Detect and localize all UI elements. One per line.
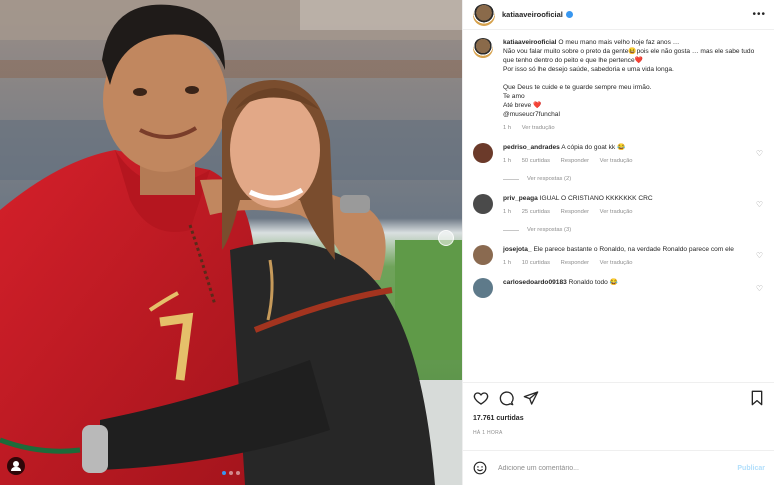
publish-button[interactable]: Publicar	[737, 465, 765, 472]
view-replies-link[interactable]: Ver respostas (3)	[503, 227, 765, 233]
likes-count[interactable]: 17.761 curtidas	[473, 415, 524, 422]
comment-icon[interactable]	[498, 390, 514, 406]
photo-illustration	[0, 0, 462, 485]
comment-text: IGUAL O CRISTIANO KKKKKKK CRC	[539, 195, 653, 202]
carousel-dot	[236, 471, 240, 475]
translate-link[interactable]: Ver tradução	[600, 158, 633, 164]
translate-link[interactable]: Ver tradução	[600, 260, 633, 266]
comment-item: priv_peaga IGUAL O CRISTIANO KKKKKKK CRC…	[473, 194, 765, 217]
comment-likes[interactable]: 50 curtidas	[522, 158, 550, 164]
reply-button[interactable]: Responder	[561, 209, 589, 215]
post-photo[interactable]	[0, 0, 462, 485]
carousel-dot	[229, 471, 233, 475]
comment-time: 1 h	[503, 158, 512, 164]
post-details-panel: katiaaveirooficial ••• katiaaveirooficia…	[462, 0, 774, 485]
comment-text: Ele parece bastante o Ronaldo, na verdad…	[533, 246, 734, 253]
caption-time: 1 h	[503, 125, 512, 131]
caption-avatar[interactable]	[473, 38, 493, 58]
comment-like-heart-icon[interactable]: ♡	[756, 149, 763, 158]
reply-button[interactable]: Responder	[561, 260, 589, 266]
caption-line: Por isso só lhe desejo saúde, sabedoria …	[503, 66, 674, 73]
commenter-username[interactable]: pedriso_andrades	[503, 144, 560, 151]
post-header: katiaaveirooficial •••	[463, 0, 774, 30]
comment-item: carlosedoardo09183 Ronaldo todo 😂 ♡	[473, 278, 765, 298]
post-caption: katiaaveirooficial O meu mano mais velho…	[473, 38, 765, 133]
comment-text: Ronaldo todo 😂	[568, 279, 618, 286]
add-comment-bar: Publicar	[463, 450, 774, 485]
post-timestamp: HÁ 1 HORA	[473, 430, 503, 436]
heart-icon[interactable]	[473, 390, 489, 406]
commenter-avatar[interactable]	[473, 143, 493, 163]
comment-input[interactable]	[498, 464, 738, 472]
commenter-username[interactable]: josejota_	[503, 246, 532, 253]
user-tag-icon[interactable]	[7, 457, 25, 475]
comment-time: 1 h	[503, 209, 512, 215]
carousel-dots	[222, 471, 240, 475]
comment-item: pedriso_andrades A cópia do goat kk 😂 1 …	[473, 143, 765, 166]
reply-button[interactable]: Responder	[561, 158, 589, 164]
translate-link[interactable]: Ver tradução	[600, 209, 633, 215]
caption-line: Te amo	[503, 93, 525, 100]
caption-line: Até breve ❤️	[503, 102, 542, 109]
author-username[interactable]: katiaaveirooficial	[502, 10, 563, 19]
next-photo-button[interactable]	[438, 230, 454, 246]
comment-like-heart-icon[interactable]: ♡	[756, 200, 763, 209]
comment-item: josejota_ Ele parece bastante o Ronaldo,…	[473, 245, 765, 268]
comment-like-heart-icon[interactable]: ♡	[756, 251, 763, 260]
commenter-avatar[interactable]	[473, 194, 493, 214]
comment-time: 1 h	[503, 260, 512, 266]
caption-meta: 1 h Ver tradução	[503, 124, 765, 133]
author-avatar[interactable]	[473, 3, 495, 26]
carousel-dot-active	[222, 471, 226, 475]
caption-line: Não vou falar muito sobre o preto da gen…	[503, 48, 755, 64]
caption-username[interactable]: katiaaveirooficial	[503, 39, 557, 46]
commenter-avatar[interactable]	[473, 245, 493, 265]
commenter-avatar[interactable]	[473, 278, 493, 298]
caption-mention-link[interactable]: @museucr7funchal	[503, 110, 765, 119]
comments-list[interactable]: katiaaveirooficial O meu mano mais velho…	[463, 38, 774, 378]
more-options-icon[interactable]: •••	[752, 9, 766, 20]
caption-line: O meu mano mais velho hoje faz anos …	[558, 39, 680, 46]
comment-likes[interactable]: 10 curtidas	[522, 260, 550, 266]
commenter-username[interactable]: carlosedoardo09183	[503, 279, 567, 286]
comment-text: A cópia do goat kk 😂	[561, 144, 626, 151]
verified-badge-icon	[565, 11, 573, 18]
commenter-username[interactable]: priv_peaga	[503, 195, 538, 202]
comment-like-heart-icon[interactable]: ♡	[756, 284, 763, 293]
view-replies-link[interactable]: Ver respostas (2)	[503, 176, 765, 182]
bookmark-icon[interactable]	[749, 390, 765, 406]
caption-translate-link[interactable]: Ver tradução	[522, 125, 555, 131]
post-action-bar	[463, 382, 774, 412]
comment-likes[interactable]: 25 curtidas	[522, 209, 550, 215]
emoji-icon[interactable]	[473, 461, 487, 475]
share-icon[interactable]	[523, 390, 539, 406]
caption-line: Que Deus te cuide e te guarde sempre meu…	[503, 84, 652, 91]
